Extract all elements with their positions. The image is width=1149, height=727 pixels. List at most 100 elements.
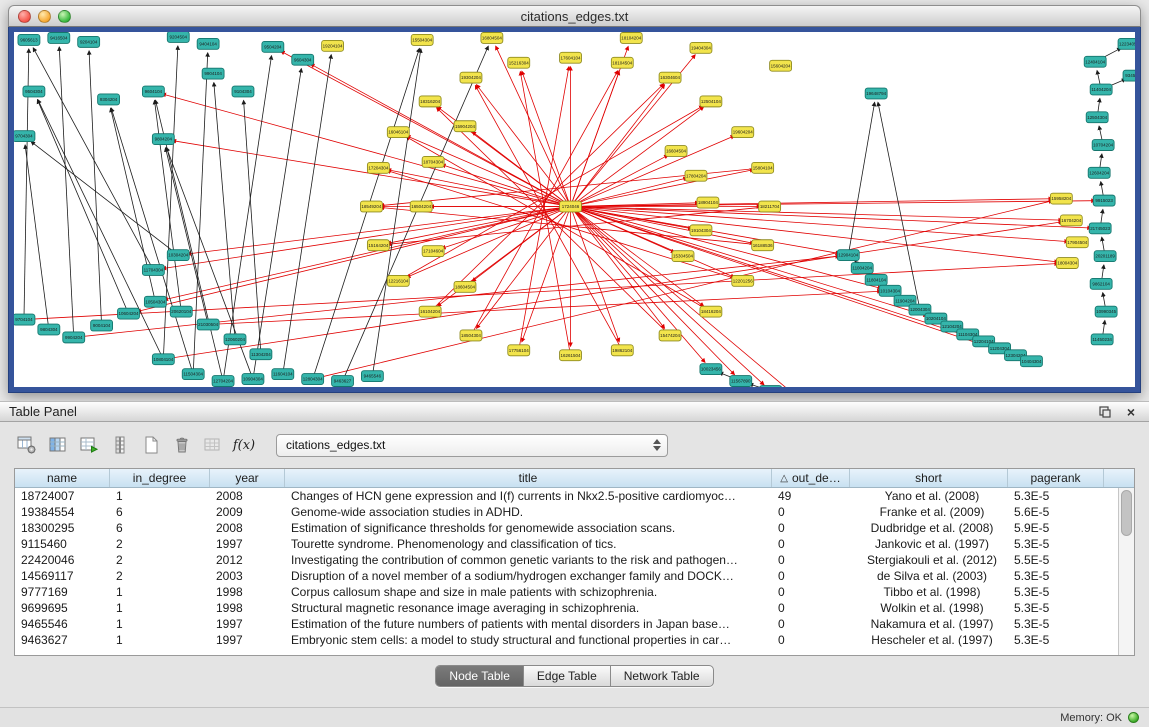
graph-node[interactable]: 19204104	[322, 40, 344, 51]
close-panel-icon[interactable]: ×	[1122, 404, 1140, 420]
graph-node[interactable]: 9605613	[18, 34, 40, 45]
graph-node[interactable]: 11804104	[865, 274, 887, 285]
graph-node[interactable]: 21745023	[1089, 223, 1111, 234]
graph-node[interactable]: 12201256	[732, 275, 754, 286]
graph-node[interactable]: 11450234	[1091, 334, 1113, 345]
graph-node[interactable]: 12504104	[700, 96, 722, 107]
graph-node[interactable]: 11304204	[250, 349, 272, 360]
graph-node[interactable]: 12504304	[1086, 112, 1108, 123]
graph-node[interactable]: 17204304	[367, 162, 389, 173]
graph-node[interactable]: 16046104	[387, 127, 409, 138]
graph-node[interactable]: 10504304	[144, 296, 166, 307]
graph-node[interactable]: 12234056	[1118, 38, 1135, 49]
graph-node[interactable]: 11567890	[730, 376, 752, 387]
graph-node[interactable]: 16261504	[560, 350, 582, 361]
graph-node[interactable]: 10804104	[152, 354, 174, 365]
column-header-pagerank[interactable]: pagerank	[1008, 469, 1104, 487]
graph-node[interactable]: 9862104	[1090, 278, 1112, 289]
graph-node[interactable]: 19404304	[690, 42, 712, 53]
graph-node[interactable]: 15304504	[672, 251, 694, 262]
minimize-window-button[interactable]	[38, 10, 51, 23]
show-columns-icon[interactable]	[45, 432, 71, 458]
column-header-title[interactable]: title	[285, 469, 772, 487]
graph-node[interactable]: 17104604	[422, 246, 444, 257]
table-row[interactable]: 1830029562008Estimation of significance …	[15, 520, 1118, 536]
graph-node[interactable]: 10023456	[700, 364, 722, 375]
graph-node[interactable]: 16188536	[752, 240, 774, 251]
graph-node[interactable]: 12904104	[837, 250, 859, 261]
table-vertical-scrollbar[interactable]	[1118, 488, 1134, 655]
graph-node[interactable]: 10704204	[1092, 140, 1114, 151]
graph-node[interactable]: 9463627	[332, 376, 354, 387]
graph-node[interactable]: 17804204	[685, 170, 707, 181]
tab-node-table[interactable]: Node Table	[436, 666, 524, 686]
graph-node[interactable]: 19604204	[732, 127, 754, 138]
graph-node[interactable]: 15164204	[367, 240, 389, 251]
graph-node[interactable]: 9416504	[48, 32, 70, 43]
graph-node[interactable]: 18604504	[454, 281, 476, 292]
table-row[interactable]: 1938455462009Genome-wide association stu…	[15, 504, 1118, 520]
graph-node[interactable]: 20201189	[1094, 251, 1116, 262]
network-canvas[interactable]: 1724046182117041618853612201256184162041…	[14, 32, 1135, 387]
table-row[interactable]: 1872400712008Changes of HCN gene express…	[15, 488, 1118, 504]
graph-node[interactable]: 9204104	[78, 36, 100, 47]
graph-node[interactable]: 10104304	[879, 285, 901, 296]
graph-node[interactable]: 19104304	[690, 225, 712, 236]
column-header-year[interactable]: year	[210, 469, 285, 487]
graph-node[interactable]: 18316204	[419, 96, 441, 107]
graph-node[interactable]: 18104504	[611, 57, 633, 68]
graph-node[interactable]: 10990345	[1095, 306, 1117, 317]
edit-columns-icon[interactable]	[76, 432, 102, 458]
graph-node[interactable]: 9345671	[1123, 70, 1135, 81]
graph-node[interactable]: 11704304	[142, 265, 164, 276]
new-table-icon[interactable]	[138, 432, 164, 458]
graph-node[interactable]: 9604104	[142, 86, 164, 97]
graph-node[interactable]: 16604504	[665, 146, 687, 157]
table-row[interactable]: 2242004622012Investigating the contribut…	[15, 552, 1118, 568]
column-header-in-degree[interactable]: in_degree	[110, 469, 210, 487]
graph-node[interactable]: 9304204	[98, 94, 120, 105]
graph-node[interactable]: 9704104	[14, 314, 35, 325]
graph-node[interactable]: 19304204	[460, 72, 482, 83]
graph-node[interactable]: 10604204	[118, 308, 140, 319]
graph-node[interactable]: 9465546	[361, 371, 383, 382]
graph-node[interactable]: 10904304	[242, 374, 264, 385]
graph-node[interactable]: 9204504	[167, 32, 189, 42]
table-source-select[interactable]: citations_edges.txt	[276, 434, 668, 457]
table-row[interactable]: 946362711997Embryonic stem cells: a mode…	[15, 632, 1118, 648]
graph-node[interactable]: 11404204	[1090, 84, 1112, 95]
graph-node[interactable]: 15504304	[411, 34, 433, 45]
graph-node[interactable]: 18704304	[422, 156, 444, 167]
column-header-short[interactable]: short	[850, 469, 1008, 487]
float-panel-icon[interactable]	[1096, 404, 1114, 420]
graph-node[interactable]: 12216104	[387, 275, 409, 286]
graph-node[interactable]: 20620104	[170, 306, 192, 317]
graph-node[interactable]: 17756104	[508, 345, 530, 356]
graph-node[interactable]: 9804204	[152, 134, 174, 145]
graph-node[interactable]: 9904104	[202, 68, 224, 79]
graph-node[interactable]: 1724046	[560, 201, 582, 212]
graph-node[interactable]: 17604104	[560, 52, 582, 63]
graph-node[interactable]: 16504204	[410, 201, 432, 212]
graph-node[interactable]: 20123456	[760, 386, 782, 387]
graph-node[interactable]: 16304604	[659, 72, 681, 83]
scrollbar-thumb[interactable]	[1121, 490, 1132, 536]
graph-node[interactable]: 11004204	[851, 263, 873, 274]
graph-node[interactable]: 12404104	[1084, 56, 1106, 67]
graph-node[interactable]: 17904504	[1066, 237, 1088, 248]
graph-node[interactable]: 12060204	[224, 334, 246, 345]
graph-node[interactable]: 18549204	[360, 201, 382, 212]
import-table-icon[interactable]	[200, 432, 226, 458]
graph-node[interactable]: 9704304	[14, 131, 35, 142]
delete-table-icon[interactable]	[169, 432, 195, 458]
graph-node[interactable]: 16104204	[419, 306, 441, 317]
graph-node[interactable]: 15958204	[1050, 193, 1072, 204]
graph-node[interactable]: 10404304	[1021, 356, 1043, 367]
graph-node[interactable]: 9904204	[63, 332, 85, 343]
zoom-window-button[interactable]	[58, 10, 71, 23]
graph-node[interactable]: 18504304	[460, 330, 482, 341]
graph-node[interactable]: 21030504	[197, 319, 219, 330]
tab-edge-table[interactable]: Edge Table	[524, 666, 611, 686]
graph-node[interactable]: 18416204	[700, 306, 722, 317]
close-window-button[interactable]	[18, 10, 31, 23]
